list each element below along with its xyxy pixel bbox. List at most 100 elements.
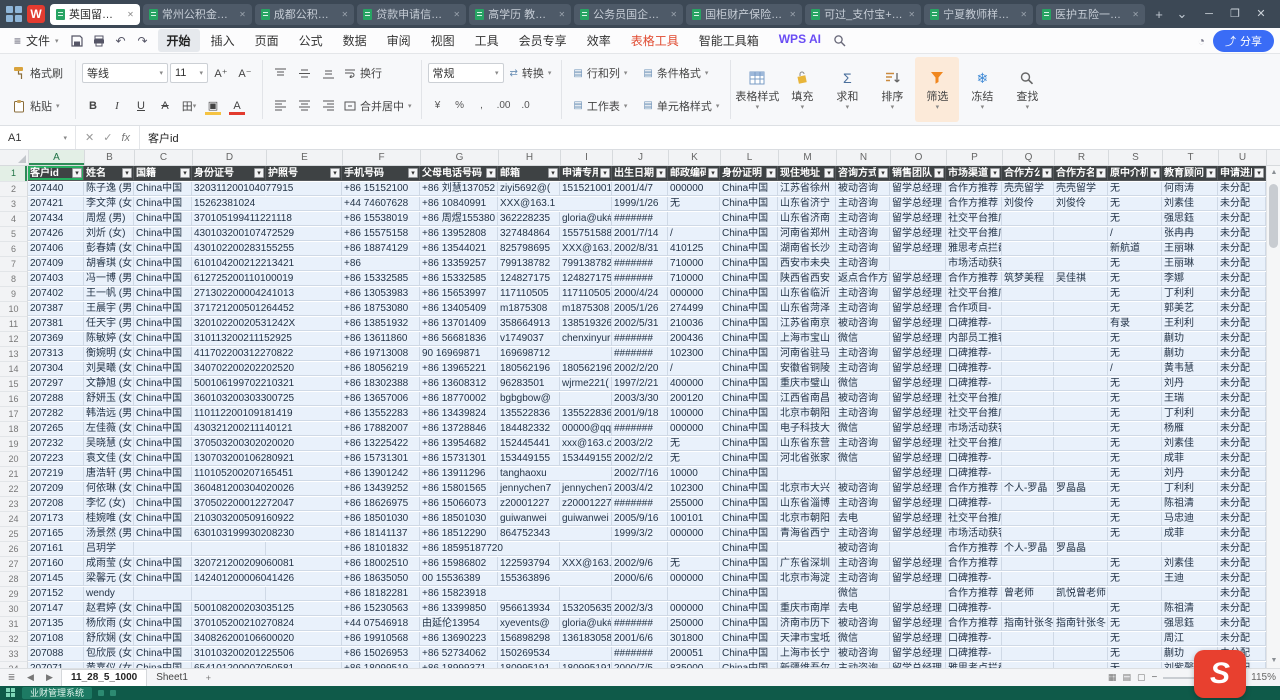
cell[interactable]: [1054, 422, 1108, 436]
header-cell[interactable]: 销售团队▾: [890, 166, 946, 181]
cell[interactable]: 207209: [28, 482, 84, 496]
cell[interactable]: 留学总经理: [890, 482, 946, 496]
row-number[interactable]: 9: [0, 287, 28, 302]
filter-button[interactable]: ▾: [1254, 168, 1264, 178]
cell[interactable]: +86 13053983: [342, 287, 420, 301]
cell[interactable]: [1002, 632, 1054, 646]
insert-function-icon[interactable]: fx: [121, 132, 130, 144]
cell[interactable]: 何依琳 (女: [84, 482, 134, 496]
cell[interactable]: +86 13901242: [342, 467, 420, 481]
cell[interactable]: 153449155: [498, 452, 560, 466]
cell[interactable]: 10000: [668, 467, 720, 481]
cell[interactable]: 207232: [28, 437, 84, 451]
font-size-select[interactable]: 11▾: [170, 63, 208, 83]
cell[interactable]: 左佳薇 (女: [84, 422, 134, 436]
cell[interactable]: 未分配: [1218, 617, 1266, 631]
cell[interactable]: [1054, 467, 1108, 481]
cell[interactable]: 杨欣雨 (女: [84, 617, 134, 631]
cell[interactable]: 无: [1108, 257, 1162, 271]
cell[interactable]: 主动咨询: [836, 437, 890, 451]
cell[interactable]: [1054, 602, 1108, 616]
row-number[interactable]: 4: [0, 212, 28, 227]
page-layout-icon[interactable]: ▤: [1122, 672, 1131, 683]
close-tab-icon[interactable]: ✕: [341, 10, 348, 19]
cell[interactable]: 122593794: [498, 557, 560, 571]
filter-button[interactable]: ▾: [180, 168, 190, 178]
cell[interactable]: +86 13952808: [420, 227, 498, 241]
cell[interactable]: [1054, 347, 1108, 361]
cell[interactable]: 2002/7/16: [612, 467, 668, 481]
row-number[interactable]: 22: [0, 482, 28, 497]
menu-item[interactable]: 公式: [290, 29, 332, 52]
cell[interactable]: 152445441: [498, 437, 560, 451]
cell[interactable]: 返点合作方: [836, 272, 890, 286]
cell[interactable]: 留学总经理: [890, 497, 946, 511]
row-number[interactable]: 10: [0, 302, 28, 317]
cell[interactable]: [1162, 587, 1218, 601]
filter-button[interactable]: ▾: [990, 168, 1000, 178]
cell[interactable]: 王瑞: [1162, 392, 1218, 406]
cell[interactable]: z20001227: [560, 497, 612, 511]
cell[interactable]: 207160: [28, 557, 84, 571]
cell[interactable]: 雅思考点拦截: [946, 242, 1002, 256]
cell[interactable]: #######: [612, 347, 668, 361]
cell[interactable]: 黄嘉仪 (女: [84, 662, 134, 668]
cell[interactable]: 未分配: [1218, 512, 1266, 526]
header-cell[interactable]: 原中介机▾: [1108, 166, 1162, 181]
cell[interactable]: XXX@163.1: [498, 197, 560, 211]
cell[interactable]: 济南市历下: [778, 617, 836, 631]
cell[interactable]: 重庆市璧山: [778, 377, 836, 391]
cell[interactable]: +86 18626975: [342, 497, 420, 511]
cell[interactable]: 340826200106600020: [192, 632, 266, 646]
cell[interactable]: 200120: [668, 392, 720, 406]
cell[interactable]: 桂婉唯 (女: [84, 512, 134, 526]
cell[interactable]: 370502200012272047: [192, 497, 266, 511]
cell[interactable]: 无: [1108, 332, 1162, 346]
filter-button[interactable]: ▾: [656, 168, 666, 178]
cell[interactable]: 无: [1108, 407, 1162, 421]
row-number[interactable]: 2: [0, 182, 28, 197]
cell[interactable]: [192, 587, 266, 601]
cell[interactable]: 无: [1108, 632, 1162, 646]
cell[interactable]: 口碑推荐-: [946, 632, 1002, 646]
cell[interactable]: 无: [1108, 527, 1162, 541]
cell[interactable]: 710000: [668, 257, 720, 271]
cell[interactable]: 王丽琳: [1162, 242, 1218, 256]
cell[interactable]: +86 13657006: [342, 392, 420, 406]
cell[interactable]: China中国: [720, 242, 778, 256]
cell[interactable]: 207387: [28, 302, 84, 316]
cell[interactable]: 留学总经理: [890, 332, 946, 346]
cell[interactable]: 留学总经理: [890, 467, 946, 481]
cell[interactable]: 张冉冉: [1162, 227, 1218, 241]
align-left-icon[interactable]: [269, 96, 291, 116]
cell[interactable]: [778, 542, 836, 556]
cell[interactable]: 北京市大兴: [778, 482, 836, 496]
cell[interactable]: +86 13701409: [420, 317, 498, 331]
column-header-T[interactable]: T: [1163, 150, 1219, 165]
cell[interactable]: 丁利利: [1162, 482, 1218, 496]
redo-icon[interactable]: ↷: [133, 32, 153, 50]
cell[interactable]: 825798695: [498, 242, 560, 256]
cell[interactable]: gloria@uk#: [560, 212, 612, 226]
cell[interactable]: [1054, 377, 1108, 391]
cell[interactable]: China中国: [134, 302, 192, 316]
cell[interactable]: +86 13439824: [420, 407, 498, 421]
document-tab[interactable]: 宁夏教师样本.xlsx✕: [924, 4, 1033, 25]
cell[interactable]: 河北省张家: [778, 452, 836, 466]
header-cell[interactable]: 护照号▾: [266, 166, 342, 181]
cell[interactable]: China中国: [134, 392, 192, 406]
cell[interactable]: 207135: [28, 617, 84, 631]
column-header-R[interactable]: R: [1055, 150, 1109, 165]
row-number[interactable]: 3: [0, 197, 28, 212]
cell[interactable]: 2001/7/14: [612, 227, 668, 241]
row-number[interactable]: 19: [0, 437, 28, 452]
cell[interactable]: 未分配: [1218, 527, 1266, 541]
cell[interactable]: China中国: [720, 437, 778, 451]
cell[interactable]: 117110505: [498, 287, 560, 301]
cell[interactable]: 327484864: [498, 227, 560, 241]
cell[interactable]: 2005/1/26: [612, 302, 668, 316]
close-tab-icon[interactable]: ✕: [558, 10, 565, 19]
cell[interactable]: [560, 647, 612, 661]
row-number[interactable]: 34: [0, 662, 28, 668]
cell[interactable]: 西安市未央: [778, 257, 836, 271]
